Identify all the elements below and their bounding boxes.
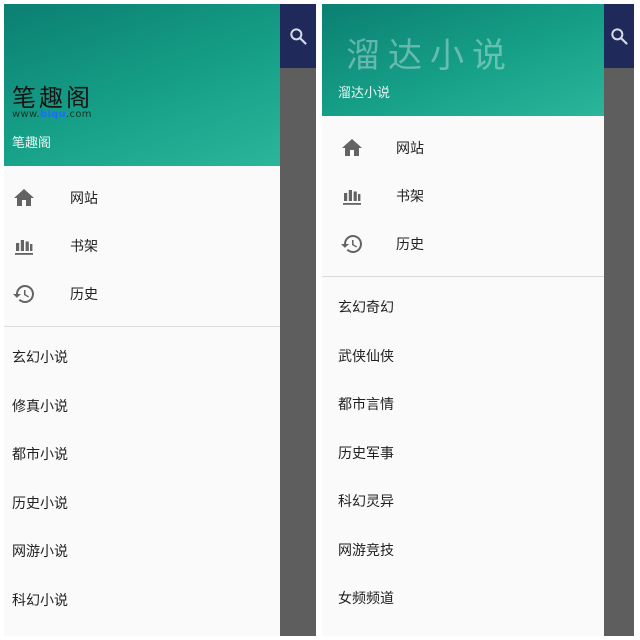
category-item[interactable]: 历史小说 [4,479,280,528]
scrim-overlay[interactable] [604,68,634,636]
app-bar [604,4,634,68]
nav-item-history[interactable]: 历史 [322,220,604,268]
bookshelf-icon [343,190,361,205]
bookshelf-icon [15,240,33,255]
category-item[interactable]: 科幻小说 [4,576,280,625]
nav-item-bookshelf[interactable]: 书架 [322,172,604,220]
category-item[interactable]: 修真小说 [4,382,280,431]
category-item[interactable]: 武侠仙侠 [322,332,604,381]
nav-item-label: 历史 [396,237,424,253]
category-item[interactable]: 都市言情 [322,380,604,429]
drawer-header: 溜达小说 溜达小说 [322,4,604,116]
left-app-screen: 笔趣阁 www.biqu.com 笔趣阁 网站 书架 历史 玄幻小说 修真小说 … [4,4,316,636]
category-list: 玄幻奇幻 武侠仙侠 都市言情 历史军事 科幻灵异 网游竞技 女频频道 [322,277,604,623]
nav-list: 网站 书架 历史 [322,116,604,268]
logo-url-suffix: .com [66,109,92,120]
logo-title: 笔趣阁 [12,84,93,112]
category-item[interactable]: 玄幻奇幻 [322,283,604,332]
nav-item-label: 网站 [70,191,98,207]
search-icon[interactable] [288,26,308,46]
history-icon [341,235,362,253]
nav-item-label: 书架 [70,239,98,255]
nav-item-history[interactable]: 历史 [4,270,280,318]
history-icon [13,285,34,303]
header-subtitle: 笔趣阁 [12,136,52,151]
header-subtitle: 溜达小说 [338,86,391,101]
nav-item-bookshelf[interactable]: 书架 [4,222,280,270]
right-app-screen: 溜达小说 溜达小说 网站 书架 历史 玄幻奇幻 武侠仙侠 都市言情 历史军事 科… [322,4,634,636]
category-item[interactable]: 网游小说 [4,527,280,576]
drawer-header: 笔趣阁 www.biqu.com 笔趣阁 [4,4,280,166]
nav-item-website[interactable]: 网站 [322,124,604,172]
nav-item-label: 书架 [396,189,424,205]
category-list: 玄幻小说 修真小说 都市小说 历史小说 网游小说 科幻小说 [4,327,280,624]
nav-item-label: 历史 [70,287,98,303]
home-icon [342,139,362,156]
logo-url: www.biqu.com [12,109,92,120]
navigation-drawer: 溜达小说 溜达小说 网站 书架 历史 玄幻奇幻 武侠仙侠 都市言情 历史军事 科… [322,4,604,636]
navigation-drawer: 笔趣阁 www.biqu.com 笔趣阁 网站 书架 历史 玄幻小说 修真小说 … [4,4,280,636]
category-item[interactable]: 网游竞技 [322,526,604,575]
search-icon[interactable] [609,26,629,46]
logo-url-prefix: www. [12,109,40,120]
nav-item-website[interactable]: 网站 [4,174,280,222]
logo-watermark: 溜达小说 [346,36,514,76]
category-item[interactable]: 女频频道 [322,574,604,623]
nav-item-label: 网站 [396,141,424,157]
category-item[interactable]: 玄幻小说 [4,333,280,382]
app-bar [280,4,316,68]
home-icon [14,189,34,206]
category-item[interactable]: 历史军事 [322,429,604,478]
scrim-overlay[interactable] [280,68,316,636]
category-item[interactable]: 科幻灵异 [322,477,604,526]
nav-list: 网站 书架 历史 [4,166,280,318]
logo-url-highlight: biqu [40,109,67,120]
category-item[interactable]: 都市小说 [4,430,280,479]
